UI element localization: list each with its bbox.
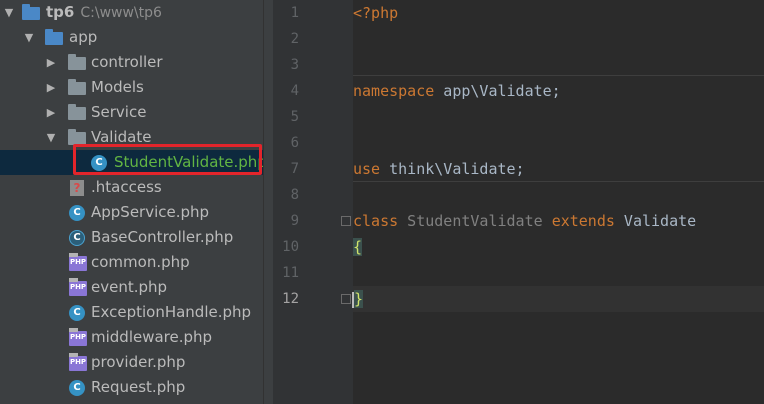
tree-item-label: AppService.php bbox=[91, 203, 210, 221]
project-path: C:\www\tp6 bbox=[80, 5, 162, 21]
php-file-icon: PHP bbox=[69, 353, 87, 371]
tree-item-request[interactable]: C Request.php bbox=[0, 375, 263, 400]
line-number: 8 bbox=[290, 187, 299, 203]
tree-item-models[interactable]: ▶ Models bbox=[0, 75, 263, 100]
use-path: think\Validate; bbox=[380, 160, 525, 178]
chevron-down-icon[interactable]: ▼ bbox=[3, 0, 15, 25]
parent-class: Validate bbox=[614, 212, 697, 230]
line-number: 11 bbox=[282, 265, 299, 281]
folder-icon bbox=[45, 29, 63, 45]
line-number: 3 bbox=[290, 57, 299, 73]
tree-item-event[interactable]: PHP event.php bbox=[0, 275, 263, 300]
folder-icon bbox=[22, 4, 40, 20]
tree-item-controller[interactable]: ▶ controller bbox=[0, 50, 263, 75]
tree-item-label: event.php bbox=[91, 278, 168, 296]
fold-marker-icon[interactable] bbox=[341, 294, 351, 304]
line-number: 10 bbox=[282, 239, 299, 255]
tree-item-label: Models bbox=[91, 78, 144, 96]
close-brace: } bbox=[354, 290, 364, 308]
line-number: 4 bbox=[290, 83, 299, 99]
tree-item-label: provider.php bbox=[91, 353, 186, 371]
folder-icon bbox=[68, 129, 86, 145]
tree-item-appservice[interactable]: C AppService.php bbox=[0, 200, 263, 225]
tree-item-label: .htaccess bbox=[91, 178, 162, 196]
tree-item-label: Service bbox=[91, 103, 147, 121]
code-editor[interactable]: <?php namespace app\Validate; use think\… bbox=[352, 0, 764, 404]
tree-item-label: app bbox=[69, 28, 98, 46]
line-number: 1 bbox=[290, 5, 299, 21]
panel-splitter[interactable] bbox=[263, 0, 273, 404]
code-line-4[interactable]: namespace app\Validate; bbox=[353, 78, 764, 104]
keyword-namespace: namespace bbox=[353, 82, 435, 100]
tree-item-middleware[interactable]: PHP middleware.php bbox=[0, 325, 263, 350]
code-line-12-current[interactable]: } bbox=[352, 286, 764, 312]
tree-item-common[interactable]: PHP common.php bbox=[0, 250, 263, 275]
tree-item-provider[interactable]: PHP provider.php bbox=[0, 350, 263, 375]
chevron-right-icon[interactable]: ▶ bbox=[45, 50, 57, 75]
code-line-10[interactable]: { bbox=[353, 234, 764, 260]
chevron-down-icon[interactable]: ▼ bbox=[45, 125, 57, 150]
tree-item-label: StudentValidate.php bbox=[114, 153, 263, 171]
php-open-tag: <?php bbox=[353, 4, 399, 22]
tree-item-label: BaseController.php bbox=[91, 228, 234, 246]
chevron-down-icon[interactable]: ▼ bbox=[23, 25, 35, 50]
php-class-icon: C bbox=[69, 305, 85, 321]
tree-item-label: Request.php bbox=[91, 378, 186, 396]
tree-item-label: Validate bbox=[91, 128, 152, 146]
line-number: 5 bbox=[290, 109, 299, 125]
line-number-current: 12 bbox=[282, 291, 299, 307]
php-class-icon: C bbox=[69, 380, 85, 396]
php-file-icon: PHP bbox=[69, 328, 87, 346]
folder-icon bbox=[68, 104, 86, 120]
code-line-9[interactable]: class StudentValidate extends Validate bbox=[353, 208, 764, 234]
line-number: 6 bbox=[290, 135, 299, 151]
tree-item-label: controller bbox=[91, 53, 163, 71]
line-number: 2 bbox=[290, 31, 299, 47]
php-class-icon: C bbox=[69, 205, 85, 221]
chevron-right-icon[interactable]: ▶ bbox=[45, 75, 57, 100]
folder-icon bbox=[68, 79, 86, 95]
tree-item-app[interactable]: ▼ app bbox=[0, 25, 263, 50]
tree-item-label: ExceptionHandle.php bbox=[91, 303, 252, 321]
tree-item-exceptionhandle[interactable]: C ExceptionHandle.php bbox=[0, 300, 263, 325]
tree-item-root[interactable]: ▼ tp6 C:\www\tp6 bbox=[0, 0, 263, 25]
namespace-path: app\Validate; bbox=[434, 82, 561, 100]
chevron-right-icon[interactable]: ▶ bbox=[45, 100, 57, 125]
keyword-class: class bbox=[353, 212, 399, 230]
line-number: 7 bbox=[290, 161, 299, 177]
line-number: 9 bbox=[290, 213, 299, 229]
class-name: StudentValidate bbox=[398, 212, 552, 230]
tree-item-validate[interactable]: ▼ Validate bbox=[0, 125, 263, 150]
project-tree-panel: ▼ tp6 C:\www\tp6 ▼ app ▶ controller ▶ Mod… bbox=[0, 0, 263, 404]
code-line-1[interactable]: <?php bbox=[353, 0, 764, 26]
keyword-extends: extends bbox=[551, 212, 615, 230]
folder-icon bbox=[68, 54, 86, 70]
php-file-icon: PHP bbox=[69, 253, 87, 271]
fold-marker-icon[interactable] bbox=[341, 216, 351, 226]
project-name: tp6 bbox=[46, 3, 75, 21]
code-line-7[interactable]: use think\Validate; bbox=[353, 156, 764, 182]
tree-item-studentvalidate[interactable]: C StudentValidate.php bbox=[0, 150, 263, 175]
php-class-icon: C bbox=[91, 155, 107, 171]
tree-item-label: common.php bbox=[91, 253, 190, 271]
method-separator bbox=[353, 75, 764, 76]
tree-item-service[interactable]: ▶ Service bbox=[0, 100, 263, 125]
open-brace: { bbox=[353, 238, 363, 256]
line-number-gutter: 1 2 3 4 5 6 7 8 9 10 11 12 bbox=[273, 0, 353, 404]
htaccess-icon: ? bbox=[70, 180, 84, 196]
php-file-icon: PHP bbox=[69, 278, 87, 296]
keyword-use: use bbox=[353, 160, 381, 178]
tree-item-label: middleware.php bbox=[91, 328, 213, 346]
abstract-class-icon: C bbox=[69, 230, 85, 246]
tree-item-basecontroller[interactable]: C BaseController.php bbox=[0, 225, 263, 250]
tree-item-htaccess[interactable]: ? .htaccess bbox=[0, 175, 263, 200]
